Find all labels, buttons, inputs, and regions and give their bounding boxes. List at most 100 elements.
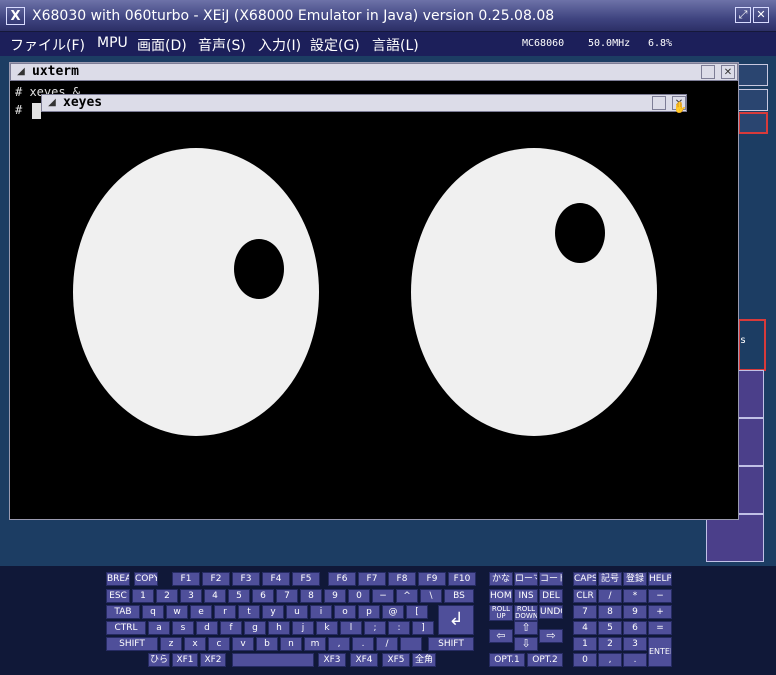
key-opt1[interactable]: OPT.1 xyxy=(489,653,525,667)
key-7[interactable]: 7 xyxy=(276,589,298,603)
key-caps[interactable]: CAPS xyxy=(573,572,597,586)
key-shift-right[interactable]: SHIFT xyxy=(428,637,474,651)
key-minus[interactable]: − xyxy=(372,589,394,603)
resize-icon[interactable] xyxy=(701,65,715,79)
key-underscore[interactable] xyxy=(400,637,422,651)
key-p[interactable]: p xyxy=(358,605,380,619)
resize-icon[interactable] xyxy=(652,96,666,110)
key-break[interactable]: BREAK xyxy=(106,572,130,586)
close-icon[interactable]: ✕ xyxy=(753,7,769,23)
key-numpad-0[interactable]: 0 xyxy=(573,653,597,667)
key-left-arrow[interactable]: ⇦ xyxy=(489,629,513,643)
key-code[interactable]: コード xyxy=(539,572,563,586)
key-3[interactable]: 3 xyxy=(180,589,202,603)
key-xf3[interactable]: XF3 xyxy=(318,653,346,667)
key-h[interactable]: h xyxy=(268,621,290,635)
key-copy[interactable]: COPY xyxy=(134,572,158,586)
key-space[interactable] xyxy=(232,653,314,667)
emulator-screen[interactable]: s ◢ uxterm ✕ # xeyes & # ◢ xeyes ✕ ✋ xyxy=(0,56,776,566)
key-numpad-enter[interactable]: ENTER xyxy=(648,637,672,667)
menu-sound[interactable]: 音声(S) xyxy=(198,35,246,55)
menu-language[interactable]: 言語(L) xyxy=(372,35,419,55)
key-numpad-3[interactable]: 3 xyxy=(623,637,647,651)
window-menu-icon[interactable]: ◢ xyxy=(14,65,28,79)
key-kana[interactable]: かな xyxy=(489,572,513,586)
key-f8[interactable]: F8 xyxy=(388,572,416,586)
key-roll-down[interactable]: ROLL DOWN xyxy=(514,605,538,621)
key-w[interactable]: w xyxy=(166,605,188,619)
key-numpad-minus[interactable]: − xyxy=(648,589,672,603)
key-z[interactable]: z xyxy=(160,637,182,651)
key-f9[interactable]: F9 xyxy=(418,572,446,586)
key-i[interactable]: i xyxy=(310,605,332,619)
key-ctrl[interactable]: CTRL xyxy=(106,621,146,635)
key-at[interactable]: @ xyxy=(382,605,404,619)
menu-mpu[interactable]: MPU xyxy=(97,35,128,51)
key-5[interactable]: 5 xyxy=(228,589,250,603)
key-colon[interactable]: : xyxy=(388,621,410,635)
key-r[interactable]: r xyxy=(214,605,236,619)
close-icon[interactable]: ✕ xyxy=(721,65,735,79)
key-touroku[interactable]: 登録 xyxy=(623,572,647,586)
menu-file[interactable]: ファイル(F) xyxy=(10,35,85,55)
key-n[interactable]: n xyxy=(280,637,302,651)
key-6[interactable]: 6 xyxy=(252,589,274,603)
key-numpad-8[interactable]: 8 xyxy=(598,605,622,619)
key-clr[interactable]: CLR xyxy=(573,589,597,603)
key-0[interactable]: 0 xyxy=(348,589,370,603)
key-comma[interactable]: , xyxy=(328,637,350,651)
key-f7[interactable]: F7 xyxy=(358,572,386,586)
key-f1[interactable]: F1 xyxy=(172,572,200,586)
key-esc[interactable]: ESC xyxy=(106,589,130,603)
key-c[interactable]: c xyxy=(208,637,230,651)
xeyes-window[interactable]: ◢ xeyes ✕ xyxy=(41,94,687,112)
key-slash[interactable]: / xyxy=(376,637,398,651)
key-a[interactable]: a xyxy=(148,621,170,635)
key-1[interactable]: 1 xyxy=(132,589,154,603)
key-bracket-left[interactable]: [ xyxy=(406,605,428,619)
key-o[interactable]: o xyxy=(334,605,356,619)
key-8[interactable]: 8 xyxy=(300,589,322,603)
key-roll-up[interactable]: ROLL UP xyxy=(489,605,513,621)
key-numpad-equals[interactable]: = xyxy=(648,621,672,635)
menu-display[interactable]: 画面(D) xyxy=(137,35,187,55)
key-undo[interactable]: UNDO xyxy=(539,605,563,619)
key-xf1[interactable]: XF1 xyxy=(172,653,198,667)
key-9[interactable]: 9 xyxy=(324,589,346,603)
key-caret[interactable]: ^ xyxy=(396,589,418,603)
key-numpad-6[interactable]: 6 xyxy=(623,621,647,635)
menu-settings[interactable]: 設定(G) xyxy=(310,35,360,55)
key-numpad-7[interactable]: 7 xyxy=(573,605,597,619)
key-l[interactable]: l xyxy=(340,621,362,635)
key-f5[interactable]: F5 xyxy=(292,572,320,586)
key-xf2[interactable]: XF2 xyxy=(200,653,226,667)
key-v[interactable]: v xyxy=(232,637,254,651)
key-home[interactable]: HOME xyxy=(489,589,513,603)
key-f3[interactable]: F3 xyxy=(232,572,260,586)
key-u[interactable]: u xyxy=(286,605,308,619)
key-return[interactable]: ↲ xyxy=(438,605,474,635)
key-right-arrow[interactable]: ⇨ xyxy=(539,629,563,643)
key-help[interactable]: HELP xyxy=(648,572,672,586)
key-zenkaku[interactable]: 全角 xyxy=(412,653,436,667)
key-numpad-4[interactable]: 4 xyxy=(573,621,597,635)
key-up-arrow[interactable]: ⇧ xyxy=(514,621,538,635)
key-numpad-plus[interactable]: + xyxy=(648,605,672,619)
key-d[interactable]: d xyxy=(196,621,218,635)
window-menu-icon[interactable]: ◢ xyxy=(45,96,59,110)
key-x[interactable]: x xyxy=(184,637,206,651)
key-numpad-9[interactable]: 9 xyxy=(623,605,647,619)
key-y[interactable]: y xyxy=(262,605,284,619)
key-numpad-period[interactable]: . xyxy=(623,653,647,667)
key-j[interactable]: j xyxy=(292,621,314,635)
key-bs[interactable]: BS xyxy=(444,589,474,603)
key-numpad-slash[interactable]: / xyxy=(598,589,622,603)
key-semicolon[interactable]: ; xyxy=(364,621,386,635)
key-numpad-asterisk[interactable]: * xyxy=(623,589,647,603)
key-numpad-5[interactable]: 5 xyxy=(598,621,622,635)
key-period[interactable]: . xyxy=(352,637,374,651)
key-s[interactable]: s xyxy=(172,621,194,635)
key-numpad-2[interactable]: 2 xyxy=(598,637,622,651)
key-g[interactable]: g xyxy=(244,621,266,635)
key-q[interactable]: q xyxy=(142,605,164,619)
